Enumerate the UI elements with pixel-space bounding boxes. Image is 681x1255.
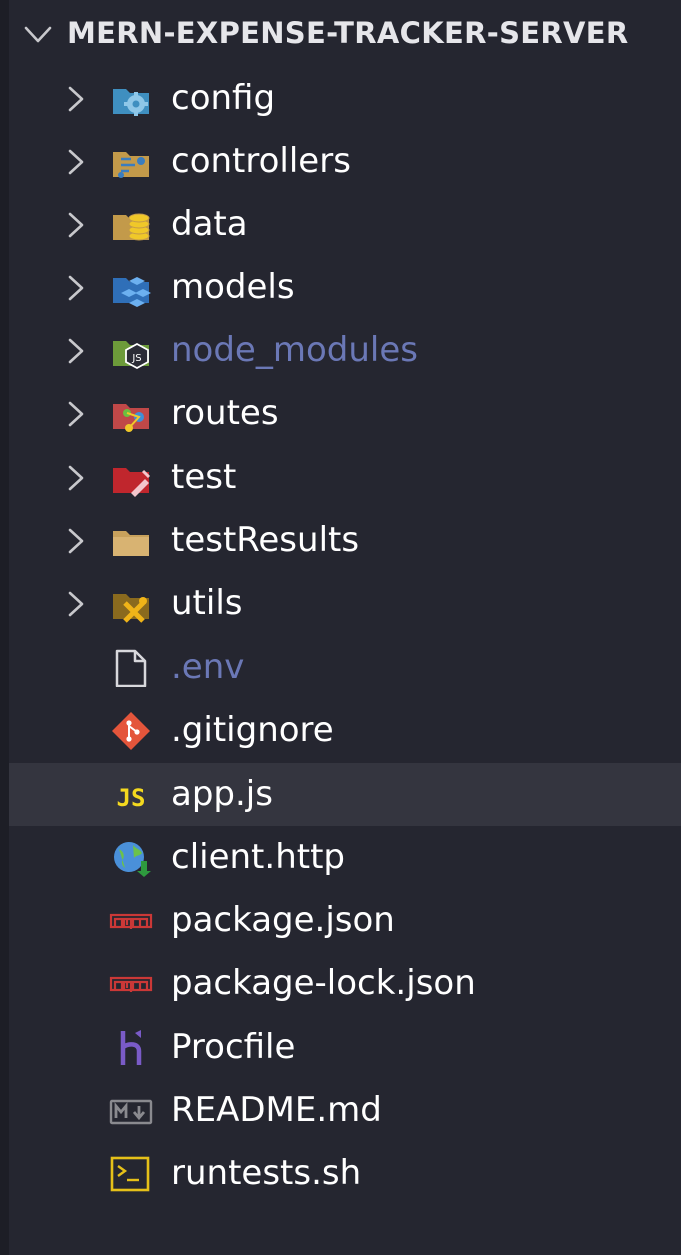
npm-icon <box>109 913 153 929</box>
chevron-right-icon[interactable] <box>67 590 85 618</box>
tree-item-package-lock-json[interactable]: package-lock.json <box>9 952 681 1015</box>
folder-icon <box>113 531 149 556</box>
tree-item-testresults[interactable]: testResults <box>9 509 681 572</box>
file-explorer: MERN-EXPENSE-TRACKER-SERVER config contr… <box>0 0 681 1255</box>
tree-item-label: node_modules <box>171 330 418 370</box>
tree-item-runtests-sh[interactable]: runtests.sh <box>9 1142 681 1205</box>
tree-item-label: controllers <box>171 141 351 181</box>
tree-item-label: app.js <box>171 774 273 814</box>
terminal-icon <box>110 1156 150 1192</box>
tree-item-procfile[interactable]: Procfile <box>9 1016 681 1079</box>
tree-item-test[interactable]: test <box>9 446 681 509</box>
tree-item-label: config <box>171 78 276 118</box>
utils-folder-icon <box>113 594 149 623</box>
file-icon <box>115 649 147 687</box>
test-folder-icon <box>113 468 151 497</box>
tree-item-label: package-lock.json <box>171 963 476 1003</box>
chevron-right-icon[interactable] <box>67 400 85 428</box>
tree-item-models[interactable]: models <box>9 256 681 319</box>
tree-item-readme-md[interactable]: README.md <box>9 1079 681 1142</box>
chevron-right-icon[interactable] <box>67 85 85 113</box>
project-title: MERN-EXPENSE-TRACKER-SERVER <box>67 16 629 50</box>
tree-item-controllers[interactable]: controllers <box>9 130 681 193</box>
node-folder-icon: JS <box>113 341 149 370</box>
routes-folder-icon <box>113 404 149 432</box>
tree-item-label: runtests.sh <box>171 1153 362 1193</box>
chevron-right-icon[interactable] <box>67 274 85 302</box>
models-folder-icon <box>113 277 151 307</box>
tree-item-label: README.md <box>171 1090 382 1130</box>
tree-item-app-js[interactable]: JS app.js <box>9 763 681 826</box>
heroku-icon <box>120 1030 142 1065</box>
tree-item-label: package.json <box>171 900 395 940</box>
svg-text:JS: JS <box>117 784 146 812</box>
tree-item-label: Procfile <box>171 1027 296 1067</box>
tree-item-routes[interactable]: routes <box>9 382 681 445</box>
tree-item-env[interactable]: .env <box>9 636 681 699</box>
controllers-folder-icon <box>113 152 149 178</box>
chevron-right-icon[interactable] <box>67 211 85 239</box>
data-folder-icon <box>113 213 150 241</box>
tree-item-label: models <box>171 267 295 307</box>
git-icon <box>112 712 150 750</box>
tree-item-label: testResults <box>171 520 360 560</box>
config-folder-icon <box>113 89 149 116</box>
tree-item-utils[interactable]: utils <box>9 572 681 635</box>
tree-item-client-http[interactable]: client.http <box>9 826 681 889</box>
tree-item-label: client.http <box>171 837 345 877</box>
tree-item-label: test <box>171 457 237 497</box>
tree-item-label: data <box>171 204 248 244</box>
chevron-down-icon[interactable] <box>23 22 53 48</box>
chevron-right-icon[interactable] <box>67 464 85 492</box>
http-icon <box>114 842 151 877</box>
chevron-right-icon[interactable] <box>67 148 85 176</box>
chevron-right-icon[interactable] <box>67 527 85 555</box>
explorer-section-header[interactable]: MERN-EXPENSE-TRACKER-SERVER <box>9 0 681 68</box>
tree-item-config[interactable]: config <box>9 67 681 130</box>
npm-icon <box>109 976 153 992</box>
tree-item-gitignore[interactable]: .gitignore <box>9 699 681 762</box>
tree-item-label: routes <box>171 393 279 433</box>
javascript-icon: JS <box>117 784 146 812</box>
chevron-right-icon[interactable] <box>67 337 85 365</box>
markdown-icon <box>109 1099 153 1125</box>
tree-item-label: .gitignore <box>171 710 334 750</box>
tree-item-label: .env <box>171 647 245 687</box>
tree-item-data[interactable]: data <box>9 193 681 256</box>
svg-text:JS: JS <box>131 353 141 364</box>
tree-item-node-modules[interactable]: JS node_modules <box>9 319 681 382</box>
tree-item-label: utils <box>171 583 243 623</box>
tree-item-package-json[interactable]: package.json <box>9 889 681 952</box>
